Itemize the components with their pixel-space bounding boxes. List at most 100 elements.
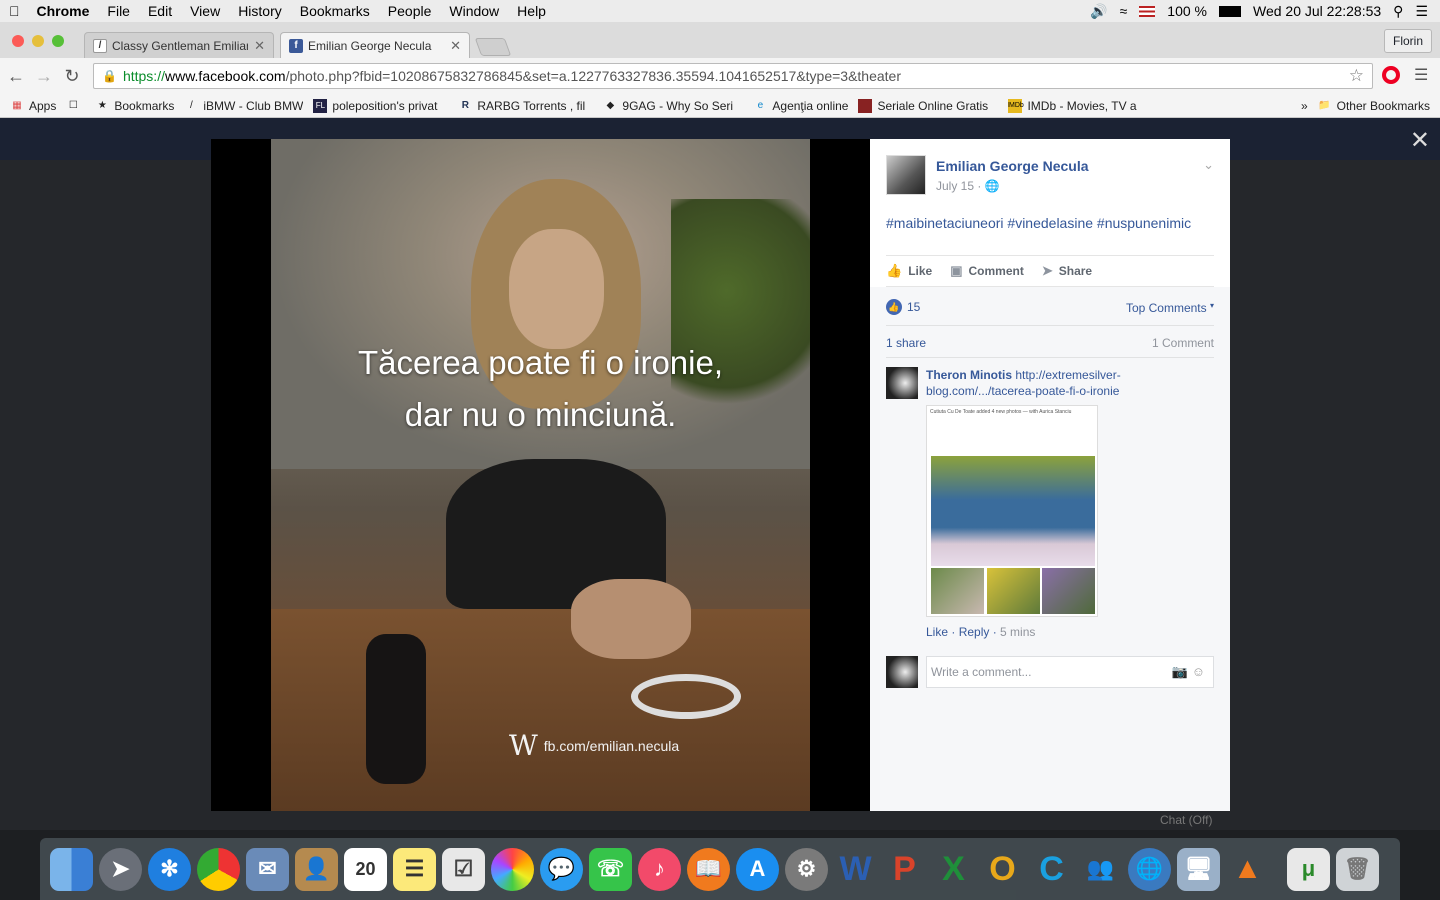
address-bar[interactable]: 🔒 https://www.facebook.com/photo.php?fbi… (93, 63, 1373, 89)
reactions-summary[interactable]: 👍 15 (886, 299, 920, 315)
word-icon[interactable]: W (834, 848, 877, 891)
bookmark-agentia-online[interactable]: e Agenţia online (753, 99, 849, 113)
bookmark-blank-page[interactable]: ☐ (66, 99, 85, 113)
profile-button[interactable]: Florin (1383, 29, 1432, 53)
menu-bookmarks[interactable]: Bookmarks (291, 3, 379, 19)
chat-status[interactable]: Chat (Off) (1160, 813, 1212, 827)
share-button[interactable]: ➤ Share (1042, 263, 1092, 279)
remote-desktop-icon[interactable]: 🖥 (1177, 847, 1220, 891)
chevron-down-icon[interactable]: ⌄ (1203, 157, 1214, 173)
close-tab-icon[interactable]: ✕ (450, 38, 461, 54)
safari-icon[interactable]: ✻ (148, 847, 191, 891)
url-text[interactable]: https://www.facebook.com/photo.php?fbid=… (123, 68, 901, 84)
author-avatar[interactable] (886, 155, 926, 195)
menu-help[interactable]: Help (508, 3, 555, 19)
photos-icon[interactable] (491, 847, 534, 891)
minimize-window-button[interactable] (32, 35, 44, 47)
system-preferences-icon[interactable]: ⚙ (785, 847, 828, 891)
apple-icon[interactable]:  (0, 3, 29, 19)
comment-timestamp[interactable]: 5 mins (1000, 625, 1035, 639)
back-icon[interactable]: ← (4, 66, 28, 87)
menu-edit[interactable]: Edit (139, 3, 181, 19)
camera-icon[interactable]: 📷 (1172, 664, 1188, 679)
bookmark-9gag[interactable]: ◆ 9GAG - Why So Seri (603, 99, 743, 113)
emoji-icon[interactable]: ☺ (1192, 664, 1205, 679)
write-comment-input[interactable]: Write a comment... 📷 ☺ (926, 656, 1214, 688)
spotlight-search-icon[interactable]: ⚲ (1393, 3, 1403, 20)
forward-icon[interactable]: → (32, 66, 56, 87)
facetime-icon[interactable]: ☏ (589, 847, 632, 891)
maximize-window-button[interactable] (52, 35, 64, 47)
author-name[interactable]: Emilian George Necula (936, 158, 1089, 174)
tab-classy-gentleman[interactable]: / Classy Gentleman Emilianu ✕ (84, 32, 274, 58)
commenter-name[interactable]: Theron Minotis (926, 368, 1012, 382)
notification-center-icon[interactable]: ☰ (1415, 3, 1428, 20)
messenger-people-icon[interactable]: 👥 (1079, 848, 1122, 891)
volume-icon[interactable]: 🔊 (1090, 3, 1107, 20)
launchpad-icon[interactable]: ➤ (99, 847, 142, 891)
post-date[interactable]: July 15 · 🌐 (936, 179, 1000, 193)
comment-like-link[interactable]: Like (926, 625, 948, 639)
ibooks-icon[interactable]: 📖 (687, 847, 730, 891)
photo-stage[interactable]: Tăcerea poate fi o ironie, dar nu o minc… (211, 139, 870, 811)
comment-link-preview[interactable]: Cutiuta Cu De Toate added 4 new photos —… (926, 405, 1098, 617)
close-theater-icon[interactable]: ✕ (1410, 126, 1430, 155)
flag-us-icon[interactable] (1139, 5, 1156, 17)
share-count[interactable]: 1 share (886, 336, 926, 350)
bookmark-ibmw[interactable]: / iBMW - Club BMW (184, 99, 303, 113)
trash-icon[interactable]: 🗑 (1336, 847, 1379, 891)
contacts-icon[interactable]: 👤 (295, 847, 338, 891)
bookmark-bookmarks[interactable]: ★ Bookmarks (95, 99, 175, 113)
like-button[interactable]: 👍 Like (886, 263, 932, 279)
bookmark-rarbg[interactable]: R RARBG Torrents , fil (458, 99, 593, 113)
post-photo[interactable]: Tăcerea poate fi o ironie, dar nu o minc… (271, 139, 810, 811)
bookmark-poleposition[interactable]: FL poleposition's privat (313, 98, 448, 113)
c-app-icon[interactable]: C (1030, 848, 1073, 891)
tab-emilian-george-necula[interactable]: f Emilian George Necula ✕ (280, 32, 470, 58)
itunes-icon[interactable]: ♪ (638, 847, 681, 891)
bookmark-seriale-online[interactable]: Seriale Online Gratis (858, 98, 998, 113)
reminders-icon[interactable]: ☑ (442, 847, 485, 891)
menu-view[interactable]: View (181, 3, 229, 19)
opera-extension-icon[interactable] (1382, 66, 1400, 84)
mail-stamp-icon[interactable]: ✉ (246, 847, 289, 891)
commenter-avatar[interactable] (886, 367, 918, 399)
vlc-icon[interactable]: ▲ (1226, 848, 1269, 891)
app-store-icon[interactable]: A (736, 847, 779, 891)
excel-icon[interactable]: X (932, 848, 975, 891)
finder-icon[interactable] (50, 847, 93, 891)
chrome-menu-icon[interactable]: ☰ (1414, 65, 1428, 85)
bookmark-other-bookmarks[interactable]: 📁 Other Bookmarks (1318, 99, 1430, 113)
new-tab-button[interactable] (474, 38, 512, 56)
lock-icon[interactable]: 🔒 (102, 69, 117, 83)
top-comments-dropdown[interactable]: Top Comments ▾ (1126, 301, 1214, 315)
comment-reply-link[interactable]: Reply (959, 625, 990, 639)
wifi-icon[interactable]: ≈ (1120, 3, 1128, 19)
bookmark-star-icon[interactable]: ☆ (1349, 66, 1364, 86)
calendar-icon[interactable]: 20 (344, 847, 387, 891)
battery-icon[interactable] (1219, 5, 1241, 17)
close-tab-icon[interactable]: ✕ (254, 38, 265, 54)
outlook-icon[interactable]: O (981, 848, 1024, 891)
chrome-icon[interactable] (197, 847, 240, 891)
menu-history[interactable]: History (229, 3, 291, 19)
utorrent-icon[interactable]: μ (1287, 847, 1330, 891)
menu-people[interactable]: People (379, 3, 441, 19)
bookmark-imdb[interactable]: IMDb IMDb - Movies, TV a (1008, 98, 1143, 113)
comment-button[interactable]: ▣ Comment (950, 263, 1024, 279)
clock[interactable]: Wed 20 Jul 22:28:53 (1253, 3, 1381, 19)
bookmarks-overflow-chevron[interactable]: » (1301, 99, 1308, 113)
menu-file[interactable]: File (98, 3, 139, 19)
reload-icon[interactable]: ↻ (60, 66, 84, 87)
post-hashtags[interactable]: #maibinetaciuneori #vinedelasine #nuspun… (886, 215, 1191, 231)
globe-download-icon[interactable]: 🌐 (1128, 847, 1171, 891)
powerpoint-icon[interactable]: P (883, 848, 926, 891)
bookmark-apps[interactable]: ▦ Apps (10, 99, 56, 113)
messages-icon[interactable]: 💬 (540, 847, 583, 891)
menu-app-name[interactable]: Chrome (29, 3, 99, 19)
notes-icon[interactable]: ☰ (393, 847, 436, 891)
comment-count[interactable]: 1 Comment (1152, 336, 1214, 350)
close-window-button[interactable] (12, 35, 24, 47)
menu-window[interactable]: Window (440, 3, 508, 19)
battery-percent[interactable]: 100 % (1167, 3, 1207, 19)
